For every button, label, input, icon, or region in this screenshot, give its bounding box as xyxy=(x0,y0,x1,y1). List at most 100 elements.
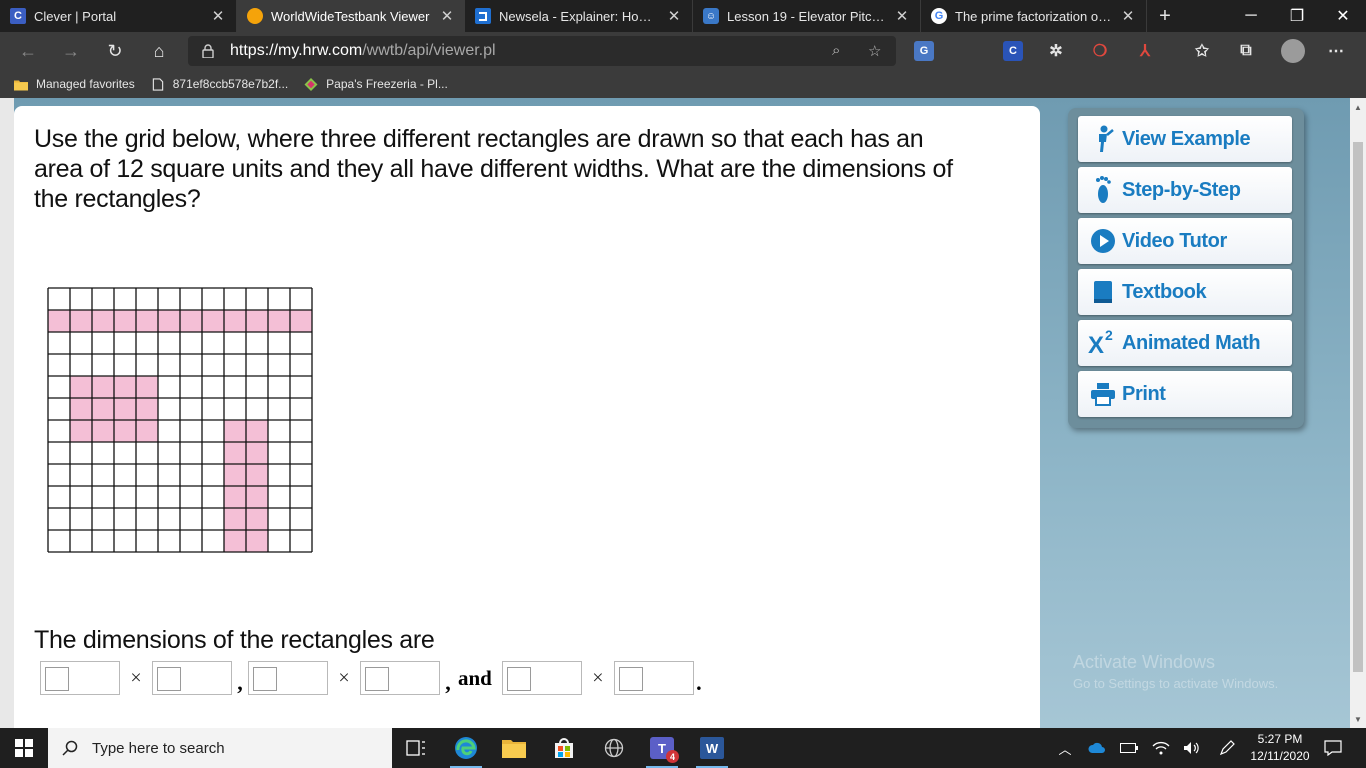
video-tutor-button[interactable]: Video Tutor xyxy=(1078,218,1292,264)
shaded-cell xyxy=(246,310,268,332)
scroll-up-icon[interactable]: ▲ xyxy=(1350,100,1366,114)
button-label: Animated Math xyxy=(1122,331,1261,354)
edge-browser-icon[interactable] xyxy=(442,728,490,768)
tab-prime-factorization[interactable]: G The prime factorization of 27 - ✕ xyxy=(921,0,1147,32)
answer-input-1-width[interactable] xyxy=(152,661,232,695)
back-button[interactable]: ← xyxy=(14,37,42,65)
address-bar: ← → ↻ ⌂ https://my.hrw.com/wwtb/api/view… xyxy=(0,32,1366,70)
button-label: Print xyxy=(1122,382,1166,405)
wifi-icon[interactable] xyxy=(1150,728,1172,768)
zoom-icon[interactable]: ⌕ xyxy=(832,42,840,59)
store-icon[interactable] xyxy=(540,728,588,768)
play-icon xyxy=(1086,224,1120,258)
answer-input-2-width[interactable] xyxy=(360,661,440,695)
teams-icon[interactable]: T 4 xyxy=(638,728,686,768)
extension-icon[interactable]: ✲ xyxy=(1046,41,1066,61)
page-icon xyxy=(152,77,163,91)
answer-input-2-length[interactable] xyxy=(248,661,328,695)
pen-icon[interactable] xyxy=(1216,728,1238,768)
textbook-button[interactable]: Textbook xyxy=(1078,269,1292,315)
svg-text:X: X xyxy=(1088,332,1104,358)
favorite-star-icon[interactable]: ☆ xyxy=(868,42,881,60)
profile-avatar[interactable] xyxy=(1281,39,1305,63)
shaded-cell xyxy=(246,486,268,508)
close-icon[interactable]: ✕ xyxy=(210,7,226,25)
task-view-icon[interactable] xyxy=(392,728,440,768)
tools-panel: View Example Step-by-Step Video Tutor Te… xyxy=(1068,108,1304,428)
tab-title: Clever | Portal xyxy=(34,8,117,24)
file-explorer-icon[interactable] xyxy=(490,728,538,768)
new-tab-button[interactable]: + xyxy=(1147,0,1183,32)
teams-badge: 4 xyxy=(666,750,679,763)
shaded-cell xyxy=(92,376,114,398)
forward-button[interactable]: → xyxy=(57,37,85,65)
shaded-cell xyxy=(92,420,114,442)
scroll-down-icon[interactable]: ▼ xyxy=(1350,712,1366,726)
shaded-cell xyxy=(246,442,268,464)
close-icon[interactable]: ✕ xyxy=(439,7,455,25)
shaded-cell xyxy=(224,310,246,332)
times-symbol: × xyxy=(592,666,604,689)
print-button[interactable]: Print xyxy=(1078,371,1292,417)
tab-newsela[interactable]: Newsela - Explainer: How do o ✕ xyxy=(465,0,693,32)
shaded-cell xyxy=(70,420,92,442)
translate-icon[interactable]: G xyxy=(914,41,934,61)
scroll-thumb[interactable] xyxy=(1353,142,1363,672)
close-icon[interactable]: ✕ xyxy=(894,7,910,25)
close-icon[interactable]: ✕ xyxy=(1120,7,1136,25)
url-text: https://my.hrw.com/wwtb/api/viewer.pl xyxy=(230,42,496,59)
favorite-page[interactable]: 871ef8ccb578e7b2f... xyxy=(151,77,288,91)
start-button[interactable] xyxy=(0,728,48,768)
word-icon[interactable]: W xyxy=(688,728,736,768)
taskbar-search[interactable]: Type here to search xyxy=(48,728,392,768)
answer-input-1-length[interactable] xyxy=(40,661,120,695)
button-label: Textbook xyxy=(1122,280,1207,303)
minimize-button[interactable]: ─ xyxy=(1228,0,1274,32)
shaded-cell xyxy=(224,530,246,552)
taskbar: Type here to search T 4 W ︿ 5:27 PM 12/1… xyxy=(0,728,1366,768)
answer-input-3-width[interactable] xyxy=(613,661,694,695)
url-bar[interactable]: https://my.hrw.com/wwtb/api/viewer.pl ⌕ … xyxy=(188,36,896,66)
favorites-icon[interactable]: ✩ xyxy=(1192,41,1212,61)
tab-clever[interactable]: C Clever | Portal ✕ xyxy=(0,0,237,32)
step-by-step-button[interactable]: Step-by-Step xyxy=(1078,167,1292,213)
times-symbol: × xyxy=(130,666,142,689)
battery-icon[interactable] xyxy=(1118,728,1140,768)
close-window-button[interactable]: ✕ xyxy=(1320,0,1366,32)
pdf-icon[interactable]: ⅄ xyxy=(1135,41,1155,61)
view-example-button[interactable]: View Example xyxy=(1078,116,1292,162)
shaded-cell xyxy=(202,310,224,332)
favorite-papas-freezeria[interactable]: Papa's Freezeria - Pl... xyxy=(304,77,448,91)
onedrive-icon[interactable] xyxy=(1086,728,1108,768)
favorite-managed[interactable]: Managed favorites xyxy=(14,77,135,91)
taskbar-clock[interactable]: 5:27 PM 12/11/2020 xyxy=(1238,731,1322,765)
answer-input-3-length[interactable] xyxy=(501,661,582,695)
globe-icon[interactable] xyxy=(590,728,638,768)
notifications-icon[interactable] xyxy=(1322,728,1344,768)
home-button[interactable]: ⌂ xyxy=(145,37,173,65)
more-options-icon[interactable]: ⋯ xyxy=(1326,41,1346,61)
shaded-cell xyxy=(268,310,290,332)
tab-worldwidetestbank[interactable]: WorldWideTestbank Viewer ✕ xyxy=(237,0,465,32)
chat-extension-icon[interactable]: ❍ xyxy=(1090,41,1110,61)
times-symbol: × xyxy=(338,666,350,689)
close-icon[interactable]: ✕ xyxy=(666,7,682,25)
animated-math-button[interactable]: X2 Animated Math xyxy=(1078,320,1292,366)
orange-dot-icon xyxy=(247,8,263,24)
collections-icon[interactable]: ⧉ xyxy=(1236,41,1256,61)
restore-button[interactable]: ❐ xyxy=(1274,0,1320,32)
lock-icon[interactable] xyxy=(202,44,214,59)
pointer-person-icon xyxy=(1086,122,1120,156)
clever-icon: C xyxy=(10,8,26,24)
refresh-button[interactable]: ↻ xyxy=(101,37,129,65)
vertical-scrollbar[interactable]: ▲ ▼ xyxy=(1350,98,1366,728)
show-hidden-icons[interactable]: ︿ xyxy=(1054,728,1076,768)
shaded-cell xyxy=(114,420,136,442)
clever-extension-icon[interactable]: C xyxy=(1003,41,1023,61)
printer-icon xyxy=(1086,377,1120,411)
shaded-cell xyxy=(224,442,246,464)
button-label: View Example xyxy=(1122,127,1251,150)
answer-row: × , × , and × . xyxy=(40,660,704,696)
volume-icon[interactable] xyxy=(1181,728,1203,768)
tab-lesson19[interactable]: ☺ Lesson 19 - Elevator Pitch Stud ✕ xyxy=(693,0,921,32)
